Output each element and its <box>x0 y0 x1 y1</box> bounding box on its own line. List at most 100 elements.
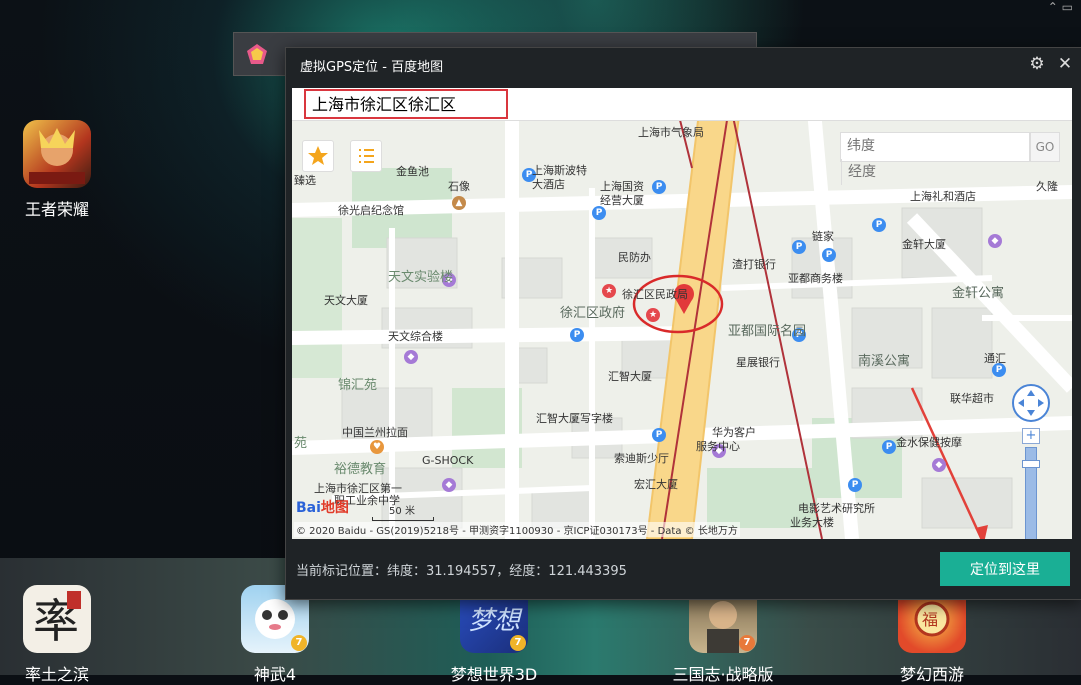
status-footer: 当前标记位置：纬度：31.194557，经度：121.443395 定位到这里 <box>286 542 1081 598</box>
map-label: 星展银行 <box>736 356 780 369</box>
map-label: 链家 <box>812 230 834 243</box>
shuaitu-app-icon: 率 <box>23 585 91 653</box>
map-label: 经营大厦 <box>600 194 644 207</box>
version-badge: 7 <box>291 635 307 651</box>
poi-icon[interactable]: ★ <box>602 284 616 298</box>
poi-icon[interactable]: ◆ <box>404 350 418 364</box>
poi-icon[interactable]: ★ <box>646 308 660 322</box>
dock-app-sanguo[interactable]: 7 三国志·战略版 <box>668 585 778 685</box>
map-label: 锦汇苑 <box>338 378 378 393</box>
map-label: 徐光启纪念馆 <box>338 204 404 217</box>
map-label: 索迪斯少厅 <box>614 452 669 465</box>
poi-icon[interactable]: ♥ <box>370 440 384 454</box>
map-label: 民防办 <box>618 251 651 264</box>
map-label: 上海市气象局 <box>638 126 704 139</box>
poi-icon[interactable]: P <box>822 248 836 262</box>
map-label: 亚都商务楼 <box>788 272 843 285</box>
map-label: 金轩大厦 <box>902 238 946 251</box>
app-label: 梦想世界3D <box>450 665 538 684</box>
map-label: 业务大楼 <box>790 516 834 529</box>
map-scale: 50 米 <box>372 502 434 521</box>
map-copyright: © 2020 Baidu - GS(2019)5218号 - 甲测资字11009… <box>294 522 740 537</box>
window-title: 虚拟GPS定位 - 百度地图 <box>300 60 444 75</box>
map-label: 金轩公寓 <box>952 286 1005 301</box>
poi-icon[interactable]: P <box>792 240 806 254</box>
close-icon[interactable]: ✕ <box>1054 53 1076 75</box>
wangzhe-app-icon <box>23 120 91 188</box>
poi-icon[interactable]: ◆ <box>988 234 1002 248</box>
zoom-slider[interactable] <box>1022 447 1040 539</box>
map-label: 天文实验楼 <box>388 270 454 285</box>
version-badge: 7 <box>739 635 755 651</box>
map-label: 天文综合楼 <box>388 330 443 343</box>
poi-icon[interactable]: ◆ <box>932 458 946 472</box>
settings-gear-icon[interactable]: ⚙ <box>1026 53 1048 75</box>
app-label: 神武4 <box>253 665 297 684</box>
window-control-icon[interactable]: ⌃ ▭ <box>1048 0 1073 14</box>
map-label: 亚都国际名园 <box>728 324 807 339</box>
map-label: 久隆 <box>1036 180 1058 193</box>
zoom-control[interactable]: + − <box>1022 428 1040 539</box>
map-label: 徐汇区政府 <box>560 306 626 321</box>
map-label: 渣打银行 <box>732 258 776 271</box>
map-label: 汇智大厦写字楼 <box>536 412 613 425</box>
app-label: 三国志·战略版 <box>672 665 774 684</box>
poi-icon[interactable]: P <box>872 218 886 232</box>
latitude-input[interactable] <box>841 133 933 159</box>
dock-app-shenwu[interactable]: 7 神武4 <box>230 585 320 685</box>
map-label: 臻选 <box>294 174 316 187</box>
zoom-slider-thumb[interactable] <box>1022 460 1040 468</box>
scale-label: 50 米 <box>389 506 415 517</box>
poi-icon[interactable]: P <box>848 478 862 492</box>
poi-icon[interactable]: ◆ <box>442 478 456 492</box>
locate-here-button[interactable]: 定位到这里 <box>940 552 1070 586</box>
address-search-input[interactable]: 上海市徐汇区徐汇区 <box>304 89 508 119</box>
map-label: 金水保健按摩 <box>896 436 962 449</box>
dock-app-mengxiang[interactable]: 梦想 7 梦想世界3D <box>449 585 539 685</box>
svg-text:梦想: 梦想 <box>468 606 523 636</box>
map-label: 中国兰州拉面 <box>342 426 408 439</box>
map-label: 南溪公寓 <box>858 354 911 369</box>
map-label: 联华超市 <box>950 392 994 405</box>
poi-icon[interactable]: P <box>570 328 584 342</box>
system-tray: ⌃ ▭ <box>1048 0 1073 14</box>
coordinate-input-group <box>840 132 1030 185</box>
map-label: 大酒店 <box>532 178 565 191</box>
go-button[interactable]: GO <box>1030 132 1060 162</box>
map-label: 宏汇大厦 <box>634 478 678 491</box>
app-label: 梦幻西游 <box>899 665 964 684</box>
poi-icon[interactable]: P <box>652 180 666 194</box>
current-position-status: 当前标记位置：纬度：31.194557，经度：121.443395 <box>296 564 627 579</box>
app-label: 率土之滨 <box>24 665 89 684</box>
version-badge: 7 <box>510 635 526 651</box>
map-label: 金鱼池 <box>396 165 429 178</box>
map-label: 汇智大厦 <box>608 370 652 383</box>
map-label: 徐汇区民政局 <box>622 288 688 301</box>
pan-control[interactable] <box>1012 384 1050 422</box>
longitude-input[interactable] <box>841 159 934 185</box>
map-label: 上海礼和酒店 <box>910 190 976 203</box>
map-label: G-SHOCK <box>422 454 474 467</box>
title-bar[interactable]: 虚拟GPS定位 - 百度地图 ⚙ ✕ <box>286 48 1081 81</box>
zoom-in-button[interactable]: + <box>1022 428 1040 444</box>
map-label: 天文大厦 <box>324 294 368 307</box>
map-label: 苑 <box>294 436 308 451</box>
baidu-map-logo: Bai地图 <box>296 500 349 516</box>
list-icon[interactable] <box>350 140 382 172</box>
poi-icon[interactable]: P <box>592 206 606 220</box>
desktop-app-wangzhe[interactable]: 王者荣耀 <box>12 120 102 220</box>
scale-bar <box>372 517 434 521</box>
poi-icon[interactable]: P <box>652 428 666 442</box>
poi-icon[interactable]: ▲ <box>452 196 466 210</box>
app-logo-icon <box>247 44 267 64</box>
dock-app-menghuan[interactable]: 福 梦幻西游 <box>887 585 977 685</box>
dock-app-shuaitu[interactable]: 率 率土之滨 <box>12 585 102 685</box>
search-bar: 上海市徐汇区徐汇区 <box>292 88 1072 121</box>
app-label: 王者荣耀 <box>24 200 89 219</box>
favorite-star-icon[interactable] <box>302 140 334 172</box>
poi-icon[interactable]: P <box>882 440 896 454</box>
svg-text:福: 福 <box>922 610 938 629</box>
map-label: 通汇 <box>984 352 1006 365</box>
map-label: 服务中心 <box>696 440 740 453</box>
map-label: 石像 <box>448 180 470 193</box>
